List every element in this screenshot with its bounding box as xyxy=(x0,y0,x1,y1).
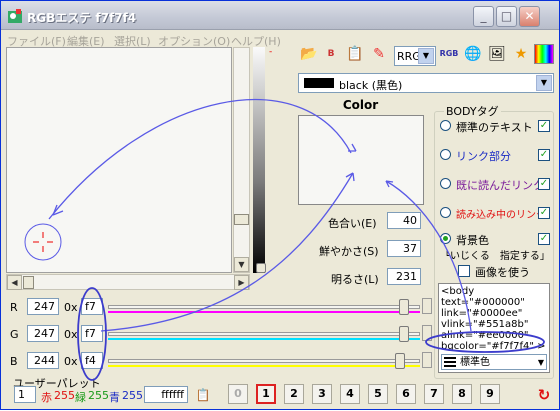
app-window: RGBエステ f7f7f4 _ □ ✕ ファイル(F) 編集(E) 選択(L) … xyxy=(0,0,560,410)
annotation-overlay xyxy=(48,98,545,381)
